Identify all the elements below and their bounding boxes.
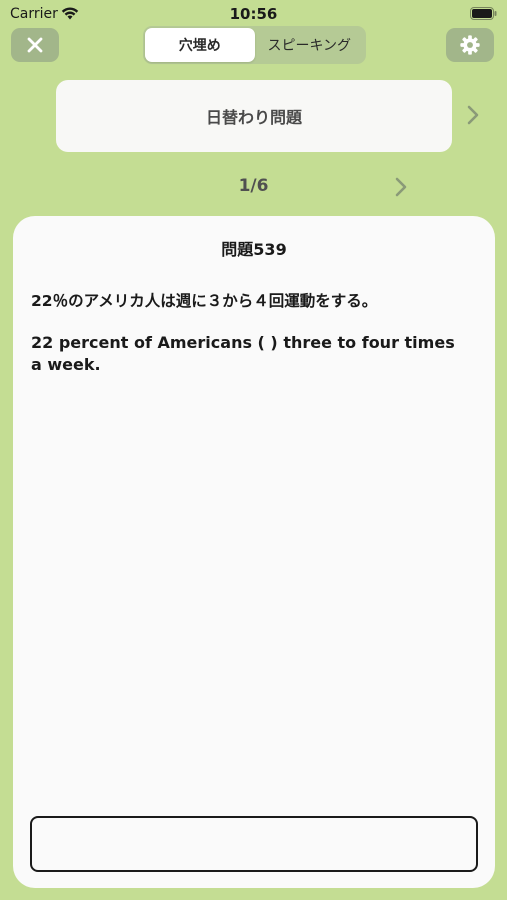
- question-title: 問題539: [221, 240, 287, 259]
- question-card: 問題539 22％のアメリカ人は週に３から４回運動をする。 22 percent…: [13, 216, 495, 888]
- close-button[interactable]: [11, 28, 59, 62]
- chevron-right-icon[interactable]: [466, 104, 480, 126]
- question-english-text: 22 percent of Americans ( ) three to fou…: [31, 333, 455, 374]
- segment-fill-in[interactable]: 穴埋め: [145, 28, 255, 62]
- answer-input[interactable]: [30, 816, 478, 872]
- clock: 10:56: [229, 5, 278, 23]
- gear-icon: [460, 35, 480, 55]
- settings-button[interactable]: [446, 28, 494, 62]
- xmark-icon: [27, 37, 43, 53]
- status-bar: Carrier 10:56: [0, 0, 507, 28]
- next-page-chevron-icon[interactable]: [394, 176, 408, 198]
- page-counter: 1/6: [238, 176, 269, 196]
- daily-question-card[interactable]: 日替わり問題: [56, 80, 452, 152]
- mode-segmented-control: 穴埋め スピーキング: [143, 26, 366, 64]
- battery-icon: [470, 7, 497, 20]
- segment-speaking[interactable]: スピーキング: [255, 28, 365, 62]
- question-japanese-text: 22％のアメリカ人は週に３から４回運動をする。: [31, 292, 378, 310]
- daily-question-label: 日替わり問題: [205, 108, 302, 127]
